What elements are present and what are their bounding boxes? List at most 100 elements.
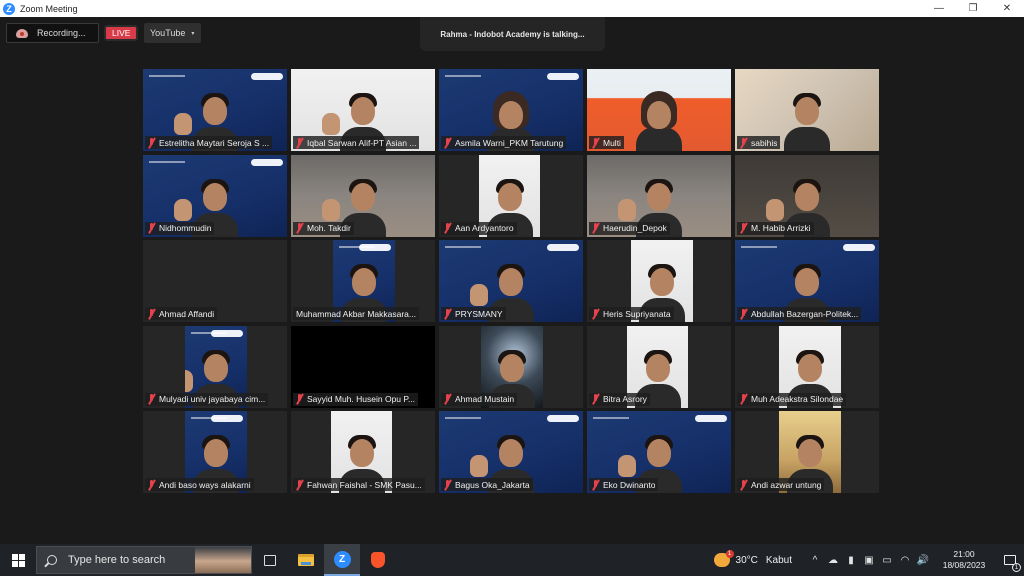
participant-name: Bagus Oka_Jakarta — [455, 479, 530, 490]
event-title-strip — [191, 417, 227, 419]
participant-name-tag: Muh Adeakstra Silondae — [737, 392, 847, 406]
participant-tile[interactable]: Haerudin_Depok — [587, 154, 731, 237]
wifi-icon[interactable]: ◠ — [898, 544, 912, 576]
event-title-strip — [445, 75, 481, 77]
task-view-button[interactable] — [252, 544, 288, 576]
participant-tile[interactable]: Bagus Oka_Jakarta — [439, 411, 583, 493]
participant-name: Iqbal Sarwan Alif-PT Asian ... — [307, 137, 417, 148]
participant-tile[interactable]: Andi baso ways alakarni — [143, 411, 287, 493]
participant-name-tag: Fahwan Faishal - SMK Pasu... — [293, 478, 425, 491]
file-explorer-button[interactable] — [288, 544, 324, 576]
participant-tile[interactable]: Bitra Asrory — [587, 325, 731, 408]
minimize-button[interactable]: — — [922, 0, 956, 17]
event-logo-banner — [843, 244, 875, 251]
close-button[interactable]: ✕ — [990, 0, 1024, 17]
participant-name: Mulyadi univ jayabaya cim... — [159, 394, 266, 404]
microphone-muted-icon — [444, 137, 451, 148]
participant-tile[interactable]: Moh. Takdir — [291, 154, 435, 237]
participant-name-tag: Haerudin_Depok — [589, 221, 670, 235]
participant-tile[interactable]: Ahmad Affandi — [143, 240, 287, 322]
participant-tile[interactable]: Nidhommudin — [143, 154, 287, 237]
battery-icon[interactable]: ▭ — [880, 544, 894, 576]
participant-tile[interactable]: Muh Adeakstra Silondae — [735, 325, 879, 408]
participant-tile[interactable]: M. Habib Arrizki — [735, 154, 879, 237]
microphone-muted-icon — [148, 308, 155, 319]
participant-name: Asmila Warni_PKM Tarutung — [455, 137, 564, 148]
participant-tile[interactable]: Aan Ardyantoro — [439, 154, 583, 237]
event-title-strip — [593, 417, 629, 419]
zoom-logo-icon: Z — [3, 2, 15, 15]
active-speaker-indicator: Rahma - Indobot Academy is talking... — [420, 17, 605, 51]
participant-tile[interactable]: Estrelitha Maytari Seroja S ... — [143, 69, 287, 151]
weather-temperature: 30°C — [735, 554, 758, 566]
participant-name-tag: Iqbal Sarwan Alif-PT Asian ... — [293, 136, 420, 149]
participant-tile[interactable]: Mulyadi univ jayabaya cim... — [143, 325, 287, 408]
search-icon — [47, 555, 57, 565]
participant-name: sabihis — [751, 137, 778, 148]
event-title-strip — [149, 160, 185, 163]
show-hidden-icons-chevron-icon[interactable]: ^ — [808, 544, 822, 576]
stream-target-dropdown[interactable]: YouTube ▾ — [144, 23, 201, 43]
onedrive-cloud-icon[interactable]: ☁ — [826, 544, 840, 576]
microphone-muted-icon — [148, 223, 155, 233]
participant-name-tag: Abdullah Bazergan-Politek... — [737, 307, 862, 320]
event-logo-banner — [695, 415, 727, 422]
event-title-strip — [445, 417, 481, 419]
participant-name: Sayyid Muh. Husein Opu P... — [307, 394, 416, 404]
participant-name-tag: Asmila Warni_PKM Tarutung — [441, 136, 567, 149]
event-logo-banner — [547, 415, 579, 422]
participant-tile[interactable]: Ahmad Mustain — [439, 325, 583, 408]
participant-name: Muhammad Akbar Makkasara... — [296, 308, 416, 319]
participant-tile[interactable]: Eko Dwinanto — [587, 411, 731, 493]
participant-name: Heris Supriyanata — [603, 308, 671, 319]
window-title: Zoom Meeting — [20, 3, 78, 14]
participant-name: Abdullah Bazergan-Politek... — [751, 308, 859, 319]
participant-name-tag: Bitra Asrory — [589, 392, 650, 406]
participant-name: Eko Dwinanto — [603, 479, 656, 490]
gallery-view: Estrelitha Maytari Seroja S ... Iqbal Sar… — [143, 69, 882, 493]
participant-tile[interactable]: Heris Supriyanata — [587, 240, 731, 322]
event-title-strip — [149, 75, 185, 77]
participant-tile[interactable]: Sayyid Muh. Husein Opu P... — [291, 325, 435, 408]
microphone-muted-icon — [592, 308, 599, 319]
participant-name-tag: Multi — [589, 136, 624, 149]
participant-tile[interactable]: Muhammad Akbar Makkasara... — [291, 240, 435, 322]
participant-tile[interactable]: Iqbal Sarwan Alif-PT Asian ... — [291, 69, 435, 151]
microphone-muted-icon — [444, 223, 451, 233]
zoom-taskbar-button[interactable]: Z — [324, 544, 360, 576]
windows-logo-icon — [11, 553, 25, 567]
maximize-button[interactable]: ❐ — [956, 0, 990, 17]
participant-tile[interactable]: Multi — [587, 69, 731, 151]
recording-label: Recording... — [37, 28, 86, 38]
volume-icon[interactable]: 🔊 — [916, 544, 930, 576]
recording-indicator[interactable]: Recording... — [6, 23, 99, 43]
clock[interactable]: 21:00 18/08/2023 — [938, 549, 990, 571]
participant-tile[interactable]: Abdullah Bazergan-Politek... — [735, 240, 879, 322]
brave-browser-button[interactable] — [360, 544, 396, 576]
participant-tile[interactable]: Andi azwar untung — [735, 411, 879, 493]
zoom-app-icon: Z — [333, 550, 351, 568]
participant-name-tag: M. Habib Arrizki — [737, 221, 814, 235]
event-title-strip — [339, 246, 375, 248]
taskbar-search-box[interactable]: Type here to search — [36, 546, 252, 574]
microphone-icon[interactable]: ▮ — [844, 544, 858, 576]
participant-tile[interactable]: PRYSMANY — [439, 240, 583, 322]
participant-name-tag: Andi azwar untung — [737, 478, 825, 491]
microphone-muted-icon — [740, 394, 747, 404]
start-button[interactable] — [0, 544, 36, 576]
folder-icon — [298, 554, 314, 566]
participant-name-tag: Eko Dwinanto — [589, 478, 659, 491]
participant-tile[interactable]: sabihis — [735, 69, 879, 151]
participant-name-tag: sabihis — [737, 136, 781, 149]
window-controls: — ❐ ✕ — [922, 0, 1024, 17]
action-center-button[interactable]: 1 — [996, 555, 1024, 572]
task-view-icon — [264, 554, 276, 566]
microphone-muted-icon — [592, 394, 599, 404]
participant-tile[interactable]: Asmila Warni_PKM Tarutung — [439, 69, 583, 151]
participant-tile[interactable]: Fahwan Faishal - SMK Pasu... — [291, 411, 435, 493]
participant-silhouette — [784, 93, 830, 151]
participant-name-tag: Moh. Takdir — [293, 221, 354, 235]
microphone-muted-icon — [148, 479, 155, 490]
weather-widget[interactable]: 1 30°C Kabut — [713, 550, 792, 567]
screen-capture-icon[interactable]: ▣ — [862, 544, 876, 576]
